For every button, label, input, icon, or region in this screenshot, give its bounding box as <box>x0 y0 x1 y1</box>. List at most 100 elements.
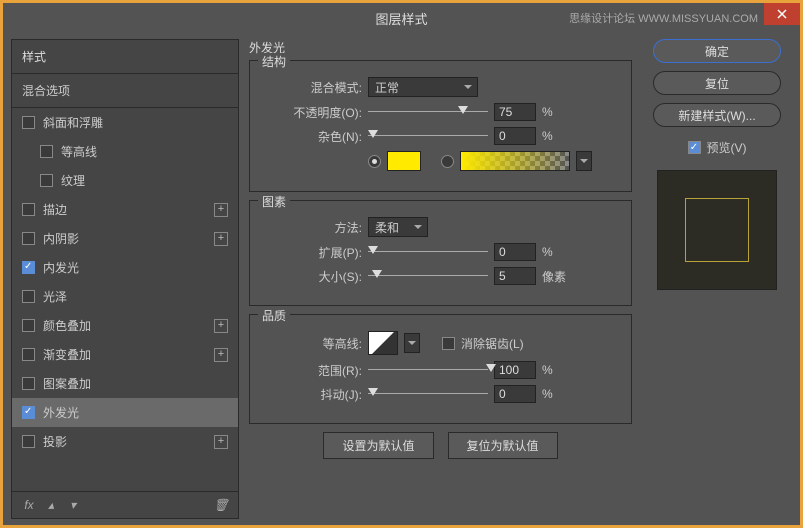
opacity-unit: % <box>542 105 566 119</box>
spread-unit: % <box>542 245 566 259</box>
style-item-6[interactable]: 光泽 <box>12 282 238 311</box>
style-checkbox[interactable] <box>22 435 35 448</box>
method-label: 方法: <box>262 219 362 236</box>
style-checkbox[interactable] <box>22 203 35 216</box>
noise-unit: % <box>542 129 566 143</box>
style-checkbox[interactable] <box>22 232 35 245</box>
style-label: 纹理 <box>61 172 85 189</box>
spread-slider[interactable] <box>368 244 488 260</box>
add-icon[interactable]: + <box>214 319 228 333</box>
style-label: 内阴影 <box>43 230 79 247</box>
style-label: 投影 <box>43 433 67 450</box>
watermark: 思缘设计论坛 WWW.MISSYUAN.COM <box>569 10 758 26</box>
style-checkbox[interactable] <box>22 319 35 332</box>
window-title: 图层样式 <box>375 9 427 28</box>
method-select[interactable]: 柔和 <box>368 217 428 237</box>
style-item-7[interactable]: 颜色叠加+ <box>12 311 238 340</box>
style-label: 图案叠加 <box>43 375 91 392</box>
settings-panel: 外发光 结构 混合模式: 正常 不透明度(O): % 杂色(N): % <box>239 39 642 519</box>
up-icon[interactable]: ▴ <box>44 498 58 512</box>
antialias-checkbox[interactable] <box>442 337 455 350</box>
style-item-3[interactable]: 描边 + <box>12 195 238 224</box>
noise-label: 杂色(N): <box>262 128 362 145</box>
jitter-input[interactable] <box>494 385 536 403</box>
opacity-label: 不透明度(O): <box>262 104 362 121</box>
noise-slider[interactable] <box>368 128 488 144</box>
gradient-swatch[interactable] <box>460 151 570 171</box>
add-icon[interactable]: + <box>214 232 228 246</box>
quality-title: 品质 <box>258 307 290 324</box>
blendmode-label: 混合模式: <box>262 79 362 96</box>
trash-icon[interactable]: 🗑 <box>214 498 228 512</box>
style-checkbox[interactable] <box>22 377 35 390</box>
noise-input[interactable] <box>494 127 536 145</box>
styles-footer: fx ▴ ▾ 🗑 <box>12 491 238 518</box>
contour-label: 等高线: <box>262 335 362 352</box>
preview-box <box>657 170 777 290</box>
add-icon[interactable]: + <box>214 203 228 217</box>
action-panel: 确定 复位 新建样式(W)... 预览(V) <box>642 39 792 519</box>
style-checkbox[interactable] <box>22 290 35 303</box>
antialias-label: 消除锯齿(L) <box>461 335 524 352</box>
jitter-unit: % <box>542 387 566 401</box>
blend-options[interactable]: 混合选项 <box>12 74 238 108</box>
styles-header: 样式 <box>12 40 238 74</box>
quality-group: 品质 等高线: 消除锯齿(L) 范围(R): % 抖动(J): <box>249 314 632 424</box>
style-item-5[interactable]: 内发光 <box>12 253 238 282</box>
size-unit: 像素 <box>542 268 566 285</box>
blendmode-select[interactable]: 正常 <box>368 77 478 97</box>
size-input[interactable] <box>494 267 536 285</box>
style-checkbox[interactable] <box>40 145 53 158</box>
contour-dropdown[interactable] <box>404 333 420 353</box>
style-checkbox[interactable] <box>22 406 35 419</box>
size-slider[interactable] <box>368 268 488 284</box>
structure-group: 结构 混合模式: 正常 不透明度(O): % 杂色(N): % <box>249 60 632 192</box>
spread-input[interactable] <box>494 243 536 261</box>
style-checkbox[interactable] <box>40 174 53 187</box>
size-label: 大小(S): <box>262 268 362 285</box>
reset-button[interactable]: 复位 <box>653 71 781 95</box>
elements-group: 图素 方法: 柔和 扩展(P): % 大小(S): 像素 <box>249 200 632 306</box>
fx-icon[interactable]: fx <box>22 498 36 512</box>
range-slider[interactable] <box>368 362 488 378</box>
down-icon[interactable]: ▾ <box>66 498 80 512</box>
style-item-2[interactable]: 纹理 <box>12 166 238 195</box>
jitter-slider[interactable] <box>368 386 488 402</box>
opacity-slider[interactable] <box>368 104 488 120</box>
style-label: 外发光 <box>43 404 79 421</box>
style-checkbox[interactable] <box>22 116 35 129</box>
color-swatch[interactable] <box>387 151 421 171</box>
ok-button[interactable]: 确定 <box>653 39 781 63</box>
jitter-label: 抖动(J): <box>262 386 362 403</box>
add-icon[interactable]: + <box>214 348 228 362</box>
preview-shape <box>685 198 749 262</box>
contour-picker[interactable] <box>368 331 398 355</box>
style-checkbox[interactable] <box>22 261 35 274</box>
reset-default-button[interactable]: 复位为默认值 <box>448 432 558 459</box>
style-item-10[interactable]: 外发光 <box>12 398 238 427</box>
titlebar: 图层样式 思缘设计论坛 WWW.MISSYUAN.COM <box>3 3 800 33</box>
style-item-11[interactable]: 投影 + <box>12 427 238 456</box>
new-style-button[interactable]: 新建样式(W)... <box>653 103 781 127</box>
gradient-radio[interactable] <box>441 155 454 168</box>
range-input[interactable] <box>494 361 536 379</box>
close-button[interactable] <box>764 3 800 25</box>
style-label: 斜面和浮雕 <box>43 114 103 131</box>
style-label: 描边 <box>43 201 67 218</box>
range-unit: % <box>542 363 566 377</box>
style-label: 渐变叠加 <box>43 346 91 363</box>
style-item-8[interactable]: 渐变叠加 + <box>12 340 238 369</box>
color-radio[interactable] <box>368 155 381 168</box>
add-icon[interactable]: + <box>214 435 228 449</box>
preview-checkbox[interactable] <box>688 141 701 154</box>
set-default-button[interactable]: 设置为默认值 <box>323 432 433 459</box>
style-item-1[interactable]: 等高线 <box>12 137 238 166</box>
gradient-dropdown[interactable] <box>576 151 592 171</box>
style-checkbox[interactable] <box>22 348 35 361</box>
preview-label: 预览(V) <box>707 139 747 156</box>
style-item-4[interactable]: 内阴影 + <box>12 224 238 253</box>
style-item-9[interactable]: 图案叠加 <box>12 369 238 398</box>
opacity-input[interactable] <box>494 103 536 121</box>
style-item-0[interactable]: 斜面和浮雕 <box>12 108 238 137</box>
spread-label: 扩展(P): <box>262 244 362 261</box>
